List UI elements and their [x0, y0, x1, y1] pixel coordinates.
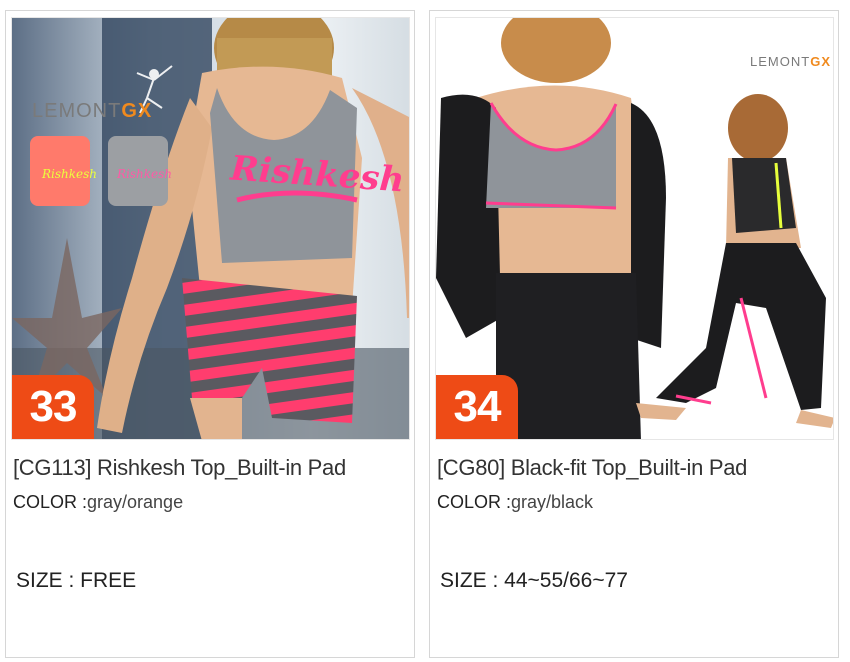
lemont-gx-logo-icon: LEMONTGX — [32, 100, 152, 123]
color-value: gray/black — [511, 492, 594, 512]
product-title[interactable]: [CG80] Black-fit Top_Built-in Pad — [437, 455, 835, 481]
product-size: SIZE : 44~55/66~77 — [440, 569, 628, 592]
svg-text:Rishkesh: Rishkesh — [116, 167, 172, 181]
color-label: COLOR : — [13, 492, 88, 512]
product-number-badge: 34 — [436, 375, 518, 439]
svg-text:Rishkesh: Rishkesh — [41, 167, 97, 181]
product-image-34[interactable]: LEMONTGX 34 — [435, 17, 834, 440]
brand-accent: GX — [121, 100, 153, 122]
product-title[interactable]: [CG113] Rishkesh Top_Built-in Pad — [13, 455, 411, 481]
color-label: COLOR : — [437, 492, 512, 512]
brand-text: LEMONT — [32, 100, 122, 122]
product-size: SIZE : FREE — [16, 569, 137, 592]
brand-accent: GX — [810, 54, 831, 69]
brand-text: LEMONT — [750, 54, 811, 69]
product-card-33[interactable]: Rishkesh Rishkesh Rishkesh LEMONTGX 33 [… — [5, 10, 415, 658]
product-color: COLOR :gray/orange — [13, 492, 183, 513]
lemont-gx-logo-icon: LEMONTGX — [750, 54, 831, 69]
product-image-33[interactable]: Rishkesh Rishkesh Rishkesh LEMONTGX 33 — [11, 17, 410, 440]
product-number-badge: 33 — [12, 375, 94, 439]
product-card-34[interactable]: LEMONTGX 34 [CG80] Black-fit Top_Built-i… — [429, 10, 839, 658]
product-color: COLOR :gray/black — [437, 492, 593, 513]
color-value: gray/orange — [87, 492, 184, 512]
